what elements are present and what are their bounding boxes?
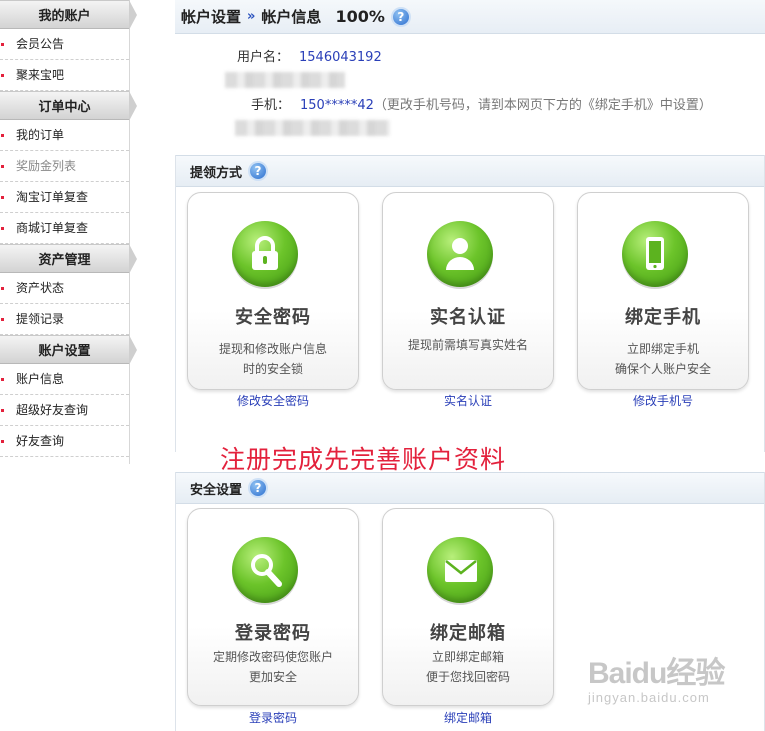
bullet-icon <box>1 440 4 443</box>
sidebar-item-account-info[interactable]: 账户信息 <box>0 364 129 395</box>
bullet-icon <box>1 165 4 168</box>
breadcrumb-account-settings[interactable]: 帐户设置 <box>181 6 241 27</box>
bullet-icon <box>1 287 4 290</box>
sidebar-item-friends[interactable]: 好友查询 <box>0 426 129 457</box>
help-icon[interactable]: ? <box>248 478 269 498</box>
login-password-link[interactable]: 登录密码 <box>187 709 359 726</box>
card-title: 绑定手机 <box>625 307 701 328</box>
username-row: 用户名： 1546043192 <box>237 46 382 65</box>
bind-phone-card[interactable]: 绑定手机 立即绑定手机 确保个人账户安全 <box>577 192 749 390</box>
tab-arrow-icon <box>129 0 137 30</box>
security-password-card[interactable]: 安全密码 提现和修改账户信息 时的安全锁 <box>187 192 359 390</box>
phone-label: 手机： <box>251 98 291 113</box>
redacted-field <box>225 72 345 88</box>
card-title: 安全密码 <box>235 307 311 328</box>
sidebar-item-taobao-recheck[interactable]: 淘宝订单复查 <box>0 182 129 213</box>
section-header: 安全设置 ? <box>176 472 764 504</box>
sidebar-group-account-settings[interactable]: 账户设置 <box>0 335 137 365</box>
sidebar-item-super-friends[interactable]: 超级好友查询 <box>0 395 129 426</box>
section-title: 安全设置 <box>190 482 243 498</box>
section-title: 提领方式 <box>190 165 243 181</box>
card-title: 绑定邮箱 <box>430 623 506 644</box>
withdraw-section: 提领方式 ? 安全密码 提现和修改账户信息 时的安全锁 修改安全密码 实名认证 提… <box>175 155 765 452</box>
breadcrumb: 帐户设置 » 帐户信息 100% ? <box>175 0 765 34</box>
bullet-icon <box>1 318 4 321</box>
tab-arrow-icon <box>129 91 137 121</box>
bullet-icon <box>1 43 4 46</box>
username-label: 用户名： <box>237 50 290 65</box>
phone-icon <box>622 221 708 289</box>
breadcrumb-separator: » <box>247 9 256 24</box>
modify-security-password-link[interactable]: 修改安全密码 <box>187 392 359 409</box>
sidebar-group-orders[interactable]: 订单中心 <box>0 91 137 121</box>
bullet-icon <box>1 134 4 137</box>
bind-email-card[interactable]: 绑定邮箱 立即绑定邮箱 便于您找回密码 <box>382 508 554 706</box>
page-title: 帐户信息 <box>261 8 322 26</box>
sidebar-group-my-account[interactable]: 我的账户 <box>0 0 137 30</box>
completion-percent: 100% <box>335 7 385 26</box>
sidebar-group-assets[interactable]: 资产管理 <box>0 244 137 274</box>
sidebar-item-my-orders[interactable]: 我的订单 <box>0 120 129 151</box>
search-icon <box>232 537 318 605</box>
bullet-icon <box>1 409 4 412</box>
sidebar-item-asset-status[interactable]: 资产状态 <box>0 273 129 304</box>
username-value: 1546043192 <box>299 50 382 65</box>
help-icon[interactable]: ? <box>248 161 269 181</box>
login-password-card[interactable]: 登录密码 定期修改密码使您账户 更加安全 <box>187 508 359 706</box>
sidebar-item-forum[interactable]: 聚来宝吧 <box>0 60 129 91</box>
tab-arrow-icon <box>129 335 137 365</box>
help-icon[interactable]: ? <box>390 6 411 27</box>
lock-icon <box>232 221 318 289</box>
real-name-card[interactable]: 实名认证 提现前需填写真实姓名 <box>382 192 554 390</box>
baidu-watermark: Baidu经验 jingyan.baidu.com <box>588 648 725 705</box>
watermark-logo: Baidu经验 <box>588 657 725 690</box>
promo-banner-text: 注册完成先完善账户资料 <box>220 445 507 474</box>
phone-note: （更改手机号码，请到本网页下方的《绑定手机》中设置） <box>373 98 712 113</box>
section-header: 提领方式 ? <box>176 155 764 187</box>
sidebar-item-rewards[interactable]: 奖励金列表 <box>0 151 129 182</box>
account-info: 用户名： 1546043192 手机： 150*****42（更改手机号码，请到本网… <box>175 34 765 154</box>
phone-value: 150*****42 <box>300 98 374 113</box>
user-icon <box>427 221 513 289</box>
card-description: 立即绑定手机 确保个人账户安全 <box>614 342 711 376</box>
card-title: 实名认证 <box>430 307 506 328</box>
sidebar-item-mall-recheck[interactable]: 商城订单复查 <box>0 213 129 244</box>
bullet-icon <box>1 227 4 230</box>
mail-icon <box>427 537 513 605</box>
sidebar-item-notice[interactable]: 会员公告 <box>0 29 129 60</box>
tab-arrow-icon <box>129 244 137 274</box>
card-description: 提现前需填写真实姓名 <box>407 338 528 352</box>
sidebar-item-withdraw-records[interactable]: 提领记录 <box>0 304 129 335</box>
phone-row: 手机： 150*****42（更改手机号码，请到本网页下方的《绑定手机》中设置） <box>251 94 712 113</box>
card-description: 立即绑定邮箱 便于您找回密码 <box>425 650 510 684</box>
card-description: 定期修改密码使您账户 更加安全 <box>212 650 333 684</box>
watermark-url: jingyan.baidu.com <box>588 690 710 705</box>
modify-phone-link[interactable]: 修改手机号 <box>577 392 749 409</box>
redacted-field <box>235 120 390 136</box>
bind-email-link[interactable]: 绑定邮箱 <box>382 709 554 726</box>
card-title: 登录密码 <box>235 623 311 644</box>
bullet-icon <box>1 74 4 77</box>
sidebar-nav: 我的账户 会员公告 聚来宝吧 订单中心 我的订单 奖励金列表 淘宝订单复查 商城… <box>0 0 137 464</box>
card-description: 提现和修改账户信息 时的安全锁 <box>218 342 327 376</box>
bullet-icon <box>1 196 4 199</box>
bullet-icon <box>1 378 4 381</box>
main-content: 帐户设置 » 帐户信息 100% ? 用户名： 1546043192 手机： 150… <box>175 0 765 154</box>
real-name-link[interactable]: 实名认证 <box>382 392 554 409</box>
